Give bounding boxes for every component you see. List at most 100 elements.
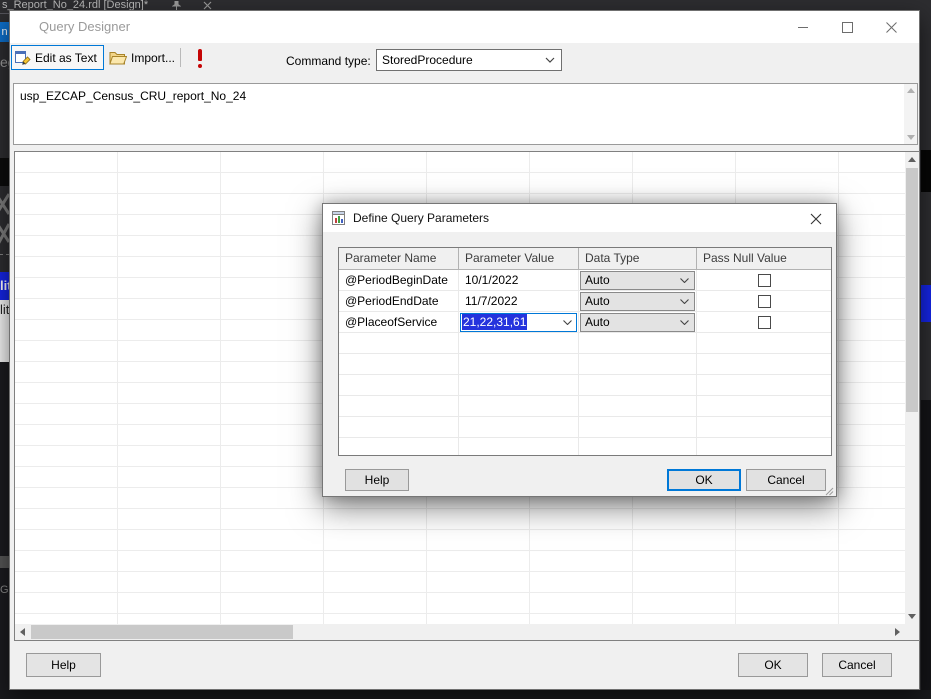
vertical-scroll-thumb[interactable] (906, 168, 918, 412)
empty-cell (697, 354, 831, 374)
query-text-area[interactable]: usp_EZCAP_Census_CRU_report_No_24 (13, 83, 918, 145)
chevron-down-icon (680, 277, 694, 283)
empty-cell (339, 354, 459, 374)
chevron-down-icon (563, 319, 576, 325)
parameter-row: @PeriodBeginDate 10/1/2022 Auto (339, 270, 831, 291)
column-header[interactable]: Parameter Value (459, 248, 579, 269)
empty-cell (339, 333, 459, 353)
empty-parameter-row (339, 333, 831, 354)
right-black-fragment (921, 150, 931, 192)
empty-parameter-row (339, 354, 831, 375)
scroll-right-arrow[interactable] (890, 624, 905, 640)
empty-cell (459, 333, 579, 353)
background-bottom-strip (0, 690, 931, 699)
data-type-dropdown[interactable]: Auto (580, 312, 695, 332)
close-icon (885, 21, 897, 33)
empty-cell (339, 396, 459, 416)
empty-cell (459, 354, 579, 374)
command-type-select[interactable]: StoredProcedure (376, 49, 562, 71)
data-type-value: Auto (585, 315, 610, 329)
data-type-dropdown[interactable]: Auto (580, 270, 695, 290)
empty-cell (697, 333, 831, 353)
pass-null-cell (697, 291, 831, 311)
selected-list-item-fragment[interactable]: lit (0, 272, 9, 300)
parameter-value-combobox[interactable]: 21,22,31,61 (460, 312, 577, 332)
scroll-down-arrow[interactable] (905, 609, 919, 624)
minimize-button[interactable] (781, 11, 825, 43)
pass-null-checkbox[interactable] (757, 315, 771, 329)
data-type-dropdown[interactable]: Auto (580, 291, 695, 311)
empty-cell (697, 375, 831, 395)
window-titlebar[interactable]: Query Designer (10, 11, 919, 43)
data-type-value: Auto (585, 294, 610, 308)
pass-null-checkbox[interactable] (757, 294, 771, 308)
define-query-parameters-dialog: Define Query Parameters Parameter Name Pa… (322, 203, 837, 497)
grid-vertical-scrollbar[interactable] (905, 152, 919, 624)
empty-cell (459, 375, 579, 395)
maximize-icon (841, 21, 853, 33)
empty-cell (579, 438, 697, 455)
horizontal-scroll-thumb[interactable] (31, 625, 293, 639)
resize-grip[interactable] (825, 485, 834, 496)
close-button[interactable] (869, 11, 913, 43)
column-header[interactable]: Parameter Name (339, 248, 459, 269)
empty-cell (459, 396, 579, 416)
column-header[interactable]: Pass Null Value (697, 248, 831, 269)
pass-null-checkbox[interactable] (757, 273, 771, 287)
data-type-cell: Auto (579, 270, 697, 290)
parameter-value-cell[interactable]: 11/7/2022 (459, 291, 579, 311)
column-header[interactable]: Data Type (579, 248, 697, 269)
left-text-fragment-bottom: Gro (0, 584, 9, 596)
ok-button[interactable]: OK (738, 653, 808, 677)
empty-cell (579, 417, 697, 437)
cancel-button[interactable]: Cancel (822, 653, 892, 677)
query-text-scrollbar[interactable] (904, 84, 917, 144)
parameter-value-cell[interactable]: 10/1/2022 (459, 270, 579, 290)
grid-horizontal-scrollbar[interactable] (15, 624, 905, 640)
left-black-bar-fragment (0, 158, 9, 186)
dialog-titlebar[interactable]: Define Query Parameters (323, 204, 836, 232)
maximize-button[interactable] (825, 11, 869, 43)
import-button[interactable]: Import... (105, 45, 179, 70)
empty-cell (579, 375, 697, 395)
parameter-name-cell[interactable]: @PeriodBeginDate (339, 270, 459, 290)
parameter-value-cell[interactable]: 21,22,31,61 (459, 312, 579, 332)
background-right-fragments (921, 0, 931, 699)
left-dark-panel-fragment: Gro (0, 362, 9, 699)
edit-as-text-button[interactable]: Edit as Text (11, 45, 104, 70)
scroll-up-arrow[interactable] (905, 152, 919, 167)
chevron-down-icon (545, 57, 561, 63)
dialog-ok-button[interactable]: OK (667, 469, 741, 491)
empty-cell (697, 417, 831, 437)
scrollbar-corner (905, 624, 919, 640)
toolbox-tab-fragment[interactable]: n (0, 22, 9, 42)
parameters-table: Parameter Name Parameter Value Data Type Pa… (338, 247, 832, 456)
dialog-help-button[interactable]: Help (345, 469, 409, 491)
dialog-cancel-button[interactable]: Cancel (746, 469, 826, 491)
close-icon (810, 213, 822, 225)
scroll-down-arrow[interactable] (904, 131, 917, 144)
parameter-name-cell[interactable]: @PlaceofService (339, 312, 459, 332)
scroll-left-arrow[interactable] (15, 624, 30, 640)
empty-parameter-row (339, 417, 831, 438)
import-label: Import... (131, 50, 176, 65)
background-left-fragments: n egi lit lit Gro (0, 14, 9, 699)
query-text: usp_EZCAP_Census_CRU_report_No_24 (20, 89, 247, 103)
parameter-row: @PlaceofService 21,22,31,61 Auto (339, 312, 831, 333)
edit-as-text-label: Edit as Text (35, 50, 97, 65)
list-item-fragment[interactable]: lit (0, 300, 9, 362)
scroll-up-arrow[interactable] (904, 84, 917, 97)
gray-bar-fragment (0, 556, 9, 568)
parameter-row: @PeriodEndDate 11/7/2022 Auto (339, 291, 831, 312)
dashed-line-fragment (0, 254, 9, 255)
dialog-close-button[interactable] (808, 211, 824, 227)
query-designer-toolbar: Edit as Text Import... Command type: Sto… (10, 43, 919, 83)
parameter-name-cell[interactable]: @PeriodEndDate (339, 291, 459, 311)
toolbar-separator (180, 48, 181, 67)
empty-cell (697, 438, 831, 455)
empty-parameter-row (339, 438, 831, 455)
empty-cell (579, 333, 697, 353)
empty-cell (339, 375, 459, 395)
chevron-down-icon (680, 298, 694, 304)
help-button[interactable]: Help (26, 653, 101, 677)
